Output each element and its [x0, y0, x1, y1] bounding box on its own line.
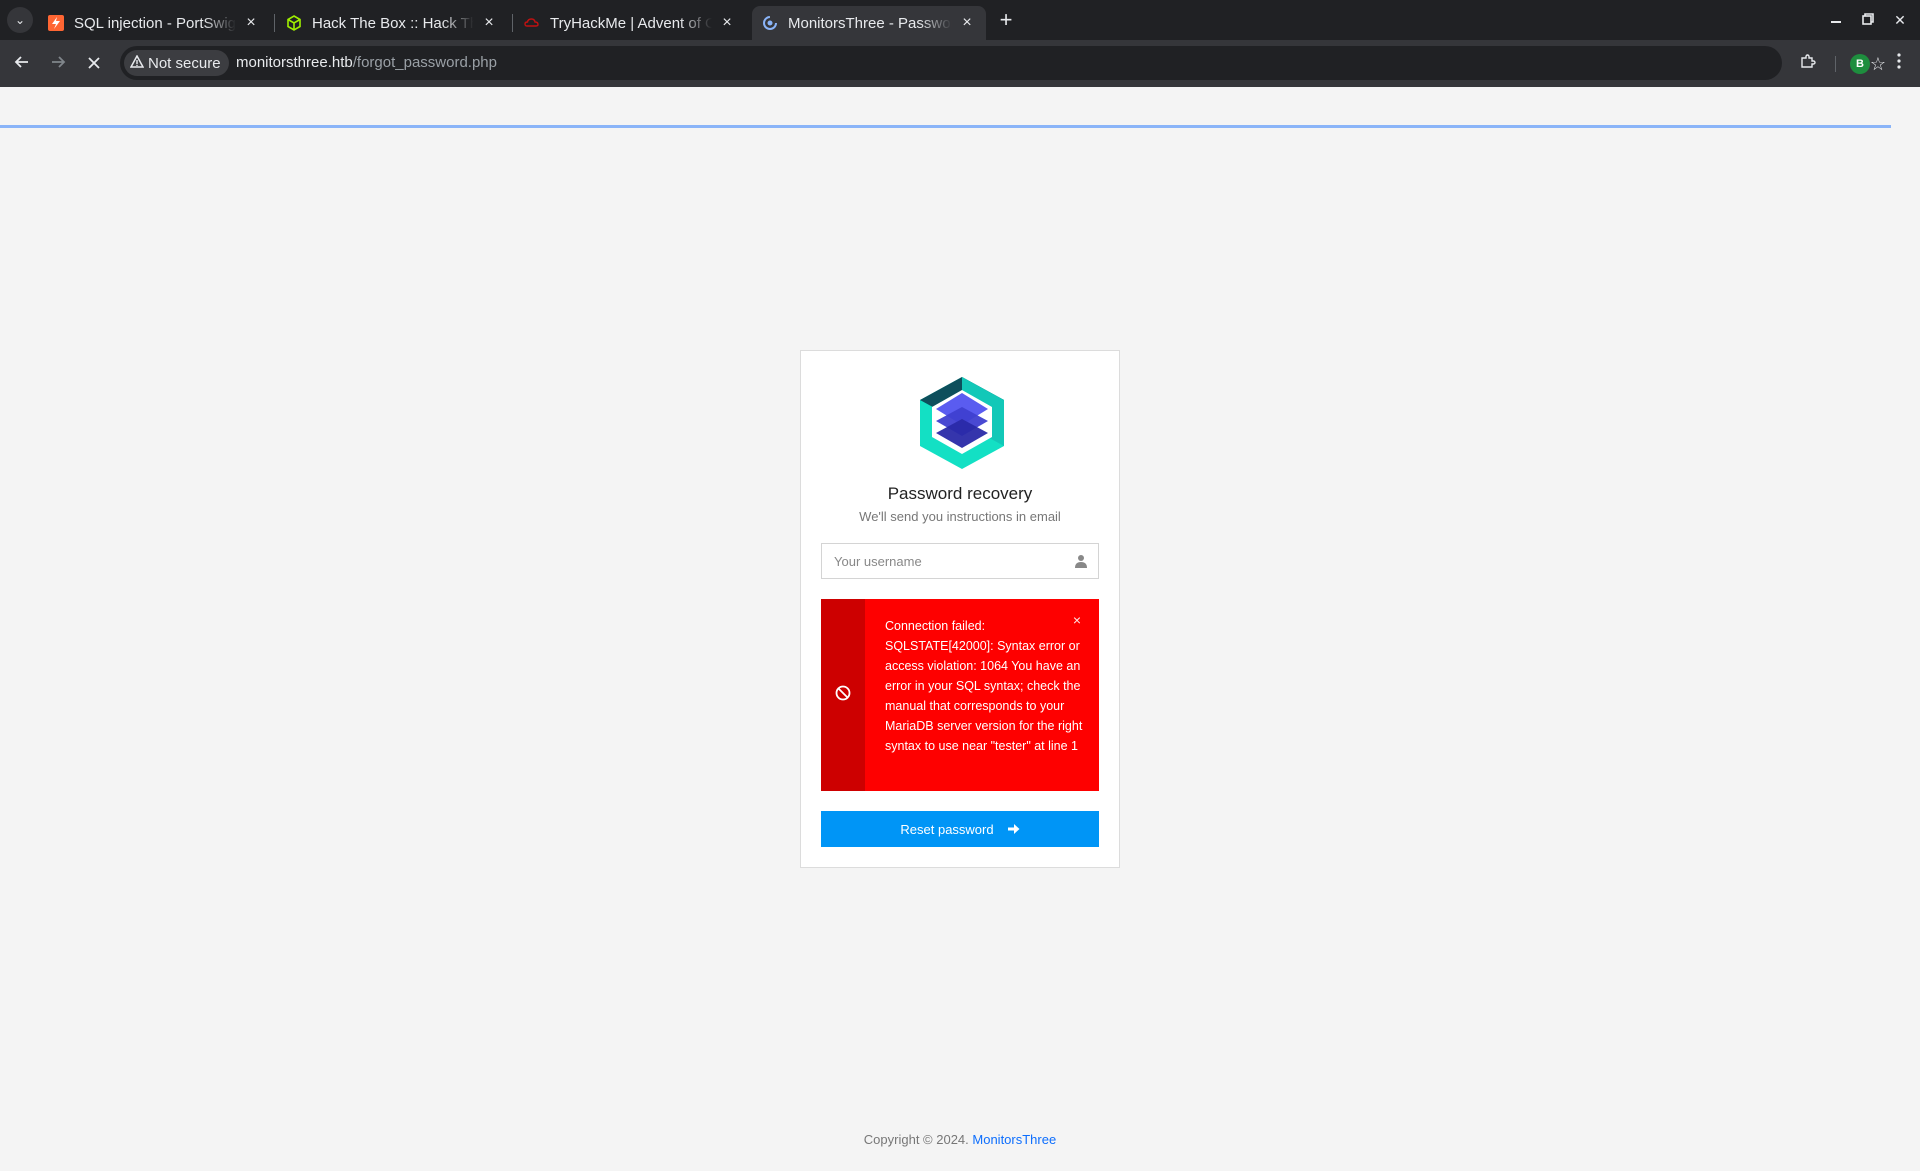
- page-load-progress: [0, 125, 1892, 128]
- page-title: Password recovery: [887, 484, 1033, 503]
- username-field: [821, 543, 1099, 579]
- minimize-icon: [1830, 12, 1842, 28]
- close-icon: ✕: [1894, 11, 1906, 28]
- close-icon[interactable]: ×: [958, 14, 976, 32]
- address-bar[interactable]: Not secure monitorsthree.htb/forgot_pass…: [120, 46, 1886, 80]
- url-path: /forgot_password.php: [352, 54, 497, 71]
- tab-portswigger[interactable]: SQL injection - PortSwigger ×: [38, 6, 270, 40]
- close-icon: [87, 54, 101, 75]
- portswigger-icon: [48, 15, 64, 31]
- monitorsthree-logo: [918, 375, 1006, 470]
- restore-button[interactable]: [1856, 8, 1880, 32]
- plus-icon: +: [999, 7, 1013, 32]
- back-button[interactable]: [8, 50, 36, 78]
- restore-icon: [1862, 12, 1874, 28]
- hackthebox-icon: [286, 15, 302, 31]
- tab-separator: [274, 14, 275, 32]
- close-icon[interactable]: ×: [480, 14, 498, 32]
- error-alert: Connection failed: SQLSTATE[42000]: Synt…: [821, 599, 1099, 791]
- alert-icon-strip: [821, 599, 865, 791]
- tab-monitorsthree[interactable]: MonitorsThree - Password recovery ×: [752, 6, 986, 40]
- tab-title: TryHackMe | Advent of Cyber: [550, 14, 712, 32]
- user-icon: [1074, 554, 1088, 568]
- url-host: monitorsthree.htb: [236, 54, 353, 71]
- tab-title: Hack The Box :: Hack The Box: [312, 14, 474, 32]
- reset-password-label: Reset password: [900, 821, 994, 837]
- loading-icon: [762, 15, 778, 31]
- forward-button[interactable]: [44, 50, 72, 78]
- minimize-button[interactable]: [1824, 8, 1848, 32]
- tab-separator: [512, 14, 513, 32]
- new-tab-button[interactable]: +: [994, 7, 1018, 32]
- sign-in-arrow-icon: [1007, 823, 1020, 835]
- tryhackme-icon: [524, 15, 540, 31]
- warning-icon: [129, 54, 145, 71]
- toolbar-divider: [1835, 56, 1836, 72]
- window-close-button[interactable]: ✕: [1888, 8, 1912, 32]
- stop-loading-button[interactable]: [80, 50, 108, 78]
- kebab-menu-icon: [1897, 52, 1901, 74]
- browser-tab-strip: ⌄ SQL injection - PortSwigger × Hack The…: [0, 0, 1920, 40]
- reset-password-button[interactable]: Reset password: [821, 811, 1099, 847]
- tab-title: SQL injection - PortSwigger: [74, 14, 236, 32]
- alert-message: Connection failed: SQLSTATE[42000]: Synt…: [885, 619, 1083, 753]
- url-text[interactable]: monitorsthree.htb/forgot_password.php: [236, 54, 497, 71]
- page-subtitle: We'll send you instructions in email: [859, 509, 1061, 524]
- tab-search-button[interactable]: ⌄: [7, 7, 33, 33]
- close-icon[interactable]: ×: [242, 14, 260, 32]
- tab-title: MonitorsThree - Password recovery: [788, 14, 952, 32]
- arrow-right-icon: [50, 54, 66, 75]
- password-recovery-card: Password recovery We'll send you instruc…: [800, 350, 1120, 868]
- chevron-down-icon: ⌄: [14, 13, 26, 27]
- tab-hackthebox[interactable]: Hack The Box :: Hack The Box ×: [276, 6, 508, 40]
- extensions-button[interactable]: [1795, 50, 1821, 76]
- footer-brand-link[interactable]: MonitorsThree: [972, 1132, 1056, 1147]
- arrow-left-icon: [14, 54, 30, 75]
- profile-avatar[interactable]: B: [1850, 54, 1870, 74]
- security-label: Not secure: [148, 54, 221, 72]
- tab-tryhackme[interactable]: TryHackMe | Advent of Cyber ×: [514, 6, 746, 40]
- copyright-text: Copyright © 2024.: [863, 1132, 973, 1147]
- page-footer: Copyright © 2024. MonitorsThree: [0, 1132, 1920, 1147]
- security-chip[interactable]: Not secure: [124, 50, 229, 76]
- puzzle-icon: [1800, 53, 1816, 74]
- menu-button[interactable]: [1886, 50, 1912, 76]
- prohibited-icon: [835, 685, 851, 706]
- close-icon[interactable]: ×: [718, 14, 736, 32]
- alert-close-button[interactable]: ×: [1073, 613, 1081, 627]
- browser-toolbar: Not secure monitorsthree.htb/forgot_pass…: [0, 40, 1920, 128]
- username-input[interactable]: [822, 544, 1062, 578]
